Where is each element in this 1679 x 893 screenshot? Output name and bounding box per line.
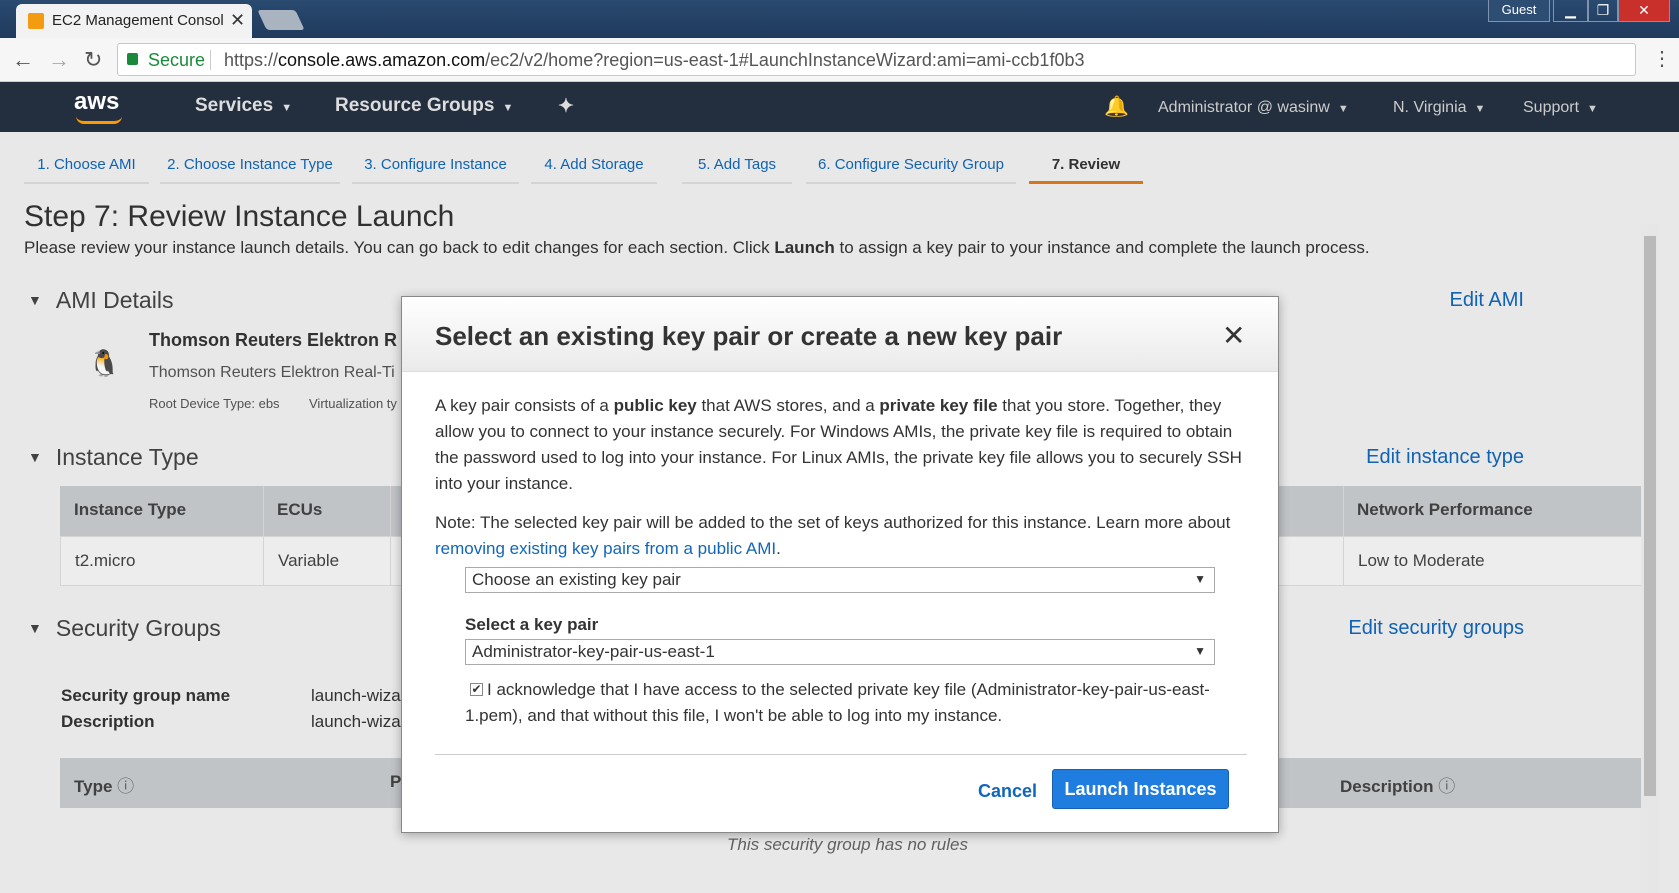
key-pair-select[interactable]: Administrator-key-pair-us-east-1 ▼ bbox=[465, 639, 1215, 665]
key-pair-dialog: Select an existing key pair or create a … bbox=[401, 296, 1279, 833]
url-prefix: https:// bbox=[224, 50, 279, 70]
chevron-down-icon: ▼ bbox=[1587, 103, 1598, 115]
browser-menu-icon[interactable]: ⋮ bbox=[1652, 46, 1672, 71]
browser-titlebar: EC2 Management Consol ✕ Guest ▁ ❐ ✕ bbox=[0, 0, 1679, 38]
region-label: N. Virginia bbox=[1393, 99, 1467, 116]
explanation-text: A key pair consists of a bbox=[435, 396, 614, 415]
address-bar: ← → ↻ Secure https://console.aws.amazon.… bbox=[0, 38, 1679, 82]
private-key-term: private key file bbox=[879, 396, 998, 415]
lock-icon bbox=[127, 53, 138, 65]
reload-icon[interactable]: ↻ bbox=[84, 47, 102, 73]
aws-logo-smile-icon bbox=[76, 116, 122, 124]
dropdown-arrow-icon: ▼ bbox=[1194, 644, 1206, 658]
omnibox-divider bbox=[210, 50, 211, 70]
chevron-down-icon: ▼ bbox=[1474, 103, 1486, 115]
resource-groups-menu[interactable]: Resource Groups ▼ bbox=[335, 95, 513, 117]
maximize-icon[interactable]: ❐ bbox=[1588, 0, 1618, 22]
tab-close-icon[interactable]: ✕ bbox=[230, 10, 245, 31]
select-key-pair-label: Select a key pair bbox=[465, 615, 599, 634]
launch-instances-button[interactable]: Launch Instances bbox=[1052, 769, 1229, 809]
acknowledge-text: I acknowledge that I have access to the … bbox=[465, 680, 1210, 725]
window-close-icon[interactable]: ✕ bbox=[1618, 0, 1670, 22]
new-tab-button[interactable] bbox=[257, 10, 305, 30]
url-path: /ec2/v2/home?region=us-east-1#LaunchInst… bbox=[485, 50, 1085, 70]
account-label: Administrator @ wasinw bbox=[1158, 99, 1330, 116]
chevron-down-icon: ▼ bbox=[281, 102, 293, 114]
aws-logo[interactable]: aws bbox=[74, 88, 119, 116]
minimize-icon[interactable]: ▁ bbox=[1553, 0, 1588, 22]
forward-icon[interactable]: → bbox=[48, 47, 70, 73]
browser-tab[interactable]: EC2 Management Consol ✕ bbox=[16, 4, 252, 38]
dropdown-arrow-icon: ▼ bbox=[1194, 572, 1206, 586]
note-text: Note: The selected key pair will be adde… bbox=[435, 513, 1231, 532]
removing-key-pairs-link[interactable]: removing existing key pairs from a publi… bbox=[435, 539, 776, 558]
url-input[interactable]: Secure https://console.aws.amazon.com/ec… bbox=[117, 43, 1636, 76]
services-menu[interactable]: Services ▼ bbox=[195, 95, 292, 117]
support-label: Support bbox=[1523, 99, 1580, 116]
chevron-down-icon: ▼ bbox=[1337, 103, 1349, 115]
guest-profile-button[interactable]: Guest bbox=[1488, 0, 1550, 22]
dialog-title: Select an existing key pair or create a … bbox=[435, 321, 1063, 351]
public-key-term: public key bbox=[613, 396, 697, 415]
support-menu[interactable]: Support ▼ bbox=[1523, 99, 1598, 117]
services-label: Services bbox=[195, 95, 274, 116]
resource-groups-label: Resource Groups bbox=[335, 95, 495, 116]
url-text: https://console.aws.amazon.com/ec2/v2/ho… bbox=[224, 50, 1084, 71]
close-icon[interactable]: ✕ bbox=[1222, 319, 1245, 352]
secure-label: Secure bbox=[148, 50, 206, 70]
url-host: console.aws.amazon.com bbox=[278, 50, 486, 70]
key-pair-mode-select[interactable]: Choose an existing key pair ▼ bbox=[465, 567, 1215, 593]
key-pair-note: Note: The selected key pair will be adde… bbox=[435, 510, 1255, 562]
bell-icon[interactable]: 🔔 bbox=[1104, 94, 1129, 119]
tab-title: EC2 Management Consol bbox=[52, 12, 224, 29]
key-pair-value: Administrator-key-pair-us-east-1 bbox=[472, 642, 715, 661]
key-pair-explanation: A key pair consists of a public key that… bbox=[435, 393, 1255, 497]
dialog-header: Select an existing key pair or create a … bbox=[402, 297, 1278, 372]
region-menu[interactable]: N. Virginia ▼ bbox=[1393, 99, 1485, 117]
note-text-end: . bbox=[776, 539, 781, 558]
back-icon[interactable]: ← bbox=[12, 47, 34, 73]
acknowledge-checkbox[interactable]: ✔ bbox=[470, 683, 483, 696]
chevron-down-icon: ▼ bbox=[502, 102, 514, 114]
aws-top-nav: aws Services ▼ Resource Groups ▼ ✦ 🔔 Admin… bbox=[0, 82, 1679, 132]
cancel-button[interactable]: Cancel bbox=[978, 781, 1037, 802]
key-pair-mode-value: Choose an existing key pair bbox=[472, 570, 681, 589]
account-menu[interactable]: Administrator @ wasinw ▼ bbox=[1158, 99, 1349, 117]
aws-favicon-icon bbox=[28, 13, 44, 29]
pin-icon[interactable]: ✦ bbox=[558, 95, 574, 118]
explanation-text: that AWS stores, and a bbox=[696, 396, 880, 415]
dialog-divider bbox=[435, 754, 1247, 755]
